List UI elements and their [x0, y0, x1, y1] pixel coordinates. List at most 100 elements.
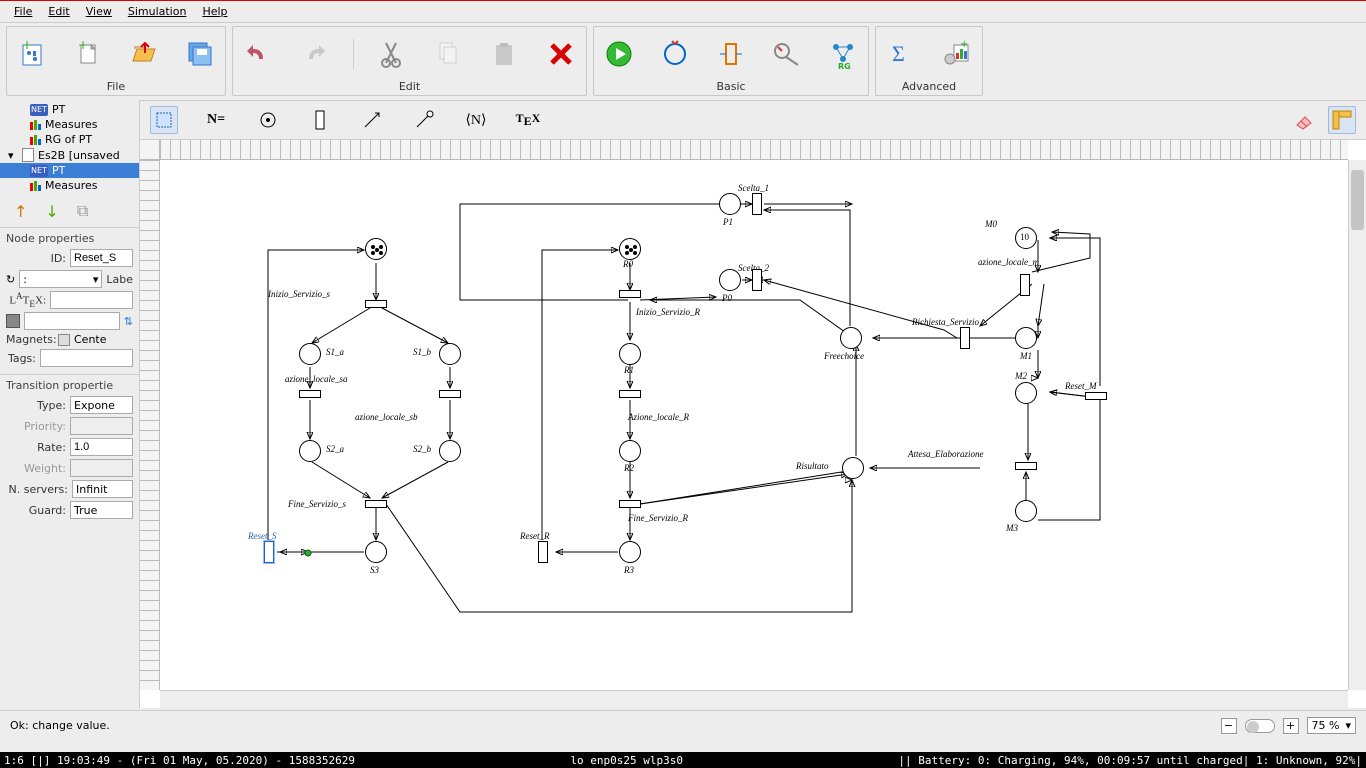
tree-sel-pt[interactable]: NETPT	[0, 163, 139, 178]
sigma-button[interactable]: Σ	[884, 37, 918, 71]
select-tool-button[interactable]	[150, 106, 178, 134]
petri-net-canvas[interactable]: Inizio_Servizio_s S1_a S1_b azione_local…	[160, 160, 1348, 690]
place-s3[interactable]	[365, 541, 387, 563]
transition[interactable]	[619, 290, 641, 298]
toolbar-group-edit-label: Edit	[233, 80, 586, 95]
place-p1[interactable]	[719, 193, 741, 215]
play-button[interactable]	[602, 37, 636, 71]
place-s1a[interactable]	[299, 343, 321, 365]
redo-button[interactable]	[297, 37, 331, 71]
nservers-combo[interactable]: Infinit	[72, 480, 133, 498]
new-page-button[interactable]: +	[71, 37, 105, 71]
zoom-fit-toggle[interactable]	[1245, 719, 1275, 733]
place-freechoice[interactable]	[840, 327, 862, 349]
scrollbar-vertical[interactable]	[1348, 160, 1366, 690]
tree-pt[interactable]: NETPT	[0, 102, 139, 117]
transition[interactable]	[619, 500, 641, 508]
id-input[interactable]	[70, 249, 133, 267]
copy-page-button[interactable]: ⧉	[77, 201, 88, 221]
type-combo[interactable]: Expone	[70, 396, 133, 414]
spinner-icon[interactable]: ⇅	[124, 315, 133, 328]
ruler-toggle-button[interactable]	[1328, 106, 1356, 134]
tool-measure-button[interactable]	[770, 37, 804, 71]
transition-reset-s[interactable]	[264, 541, 274, 563]
arc-tool-button[interactable]	[358, 106, 386, 134]
new-net-button[interactable]: +	[15, 37, 49, 71]
zoom-out-button[interactable]: −	[1221, 718, 1237, 734]
transition[interactable]	[752, 193, 762, 215]
ruler-vertical[interactable]	[140, 160, 160, 690]
tags-input[interactable]	[40, 349, 133, 367]
place-risultato[interactable]	[842, 457, 864, 479]
place-m0[interactable]: 10	[1015, 227, 1037, 249]
menu-view[interactable]: View	[78, 3, 120, 20]
place-s1b[interactable]	[439, 343, 461, 365]
menu-help[interactable]: Help	[194, 3, 235, 20]
menu-simulation[interactable]: Simulation	[120, 3, 195, 20]
place-m2[interactable]	[1015, 382, 1037, 404]
save-all-button[interactable]	[183, 37, 217, 71]
place-s0[interactable]	[365, 238, 387, 260]
undo-button[interactable]	[241, 37, 275, 71]
magnet-check[interactable]	[58, 334, 70, 346]
transition[interactable]	[365, 500, 387, 508]
tool-rg-button[interactable]: RG	[826, 37, 860, 71]
copy-button[interactable]	[432, 37, 466, 71]
place-r0[interactable]	[619, 238, 641, 260]
paste-button[interactable]	[488, 37, 522, 71]
tree-measures2[interactable]: Measures	[0, 178, 139, 193]
rotate-combo[interactable]: :▾	[19, 270, 102, 288]
menu-file[interactable]: File	[6, 3, 40, 20]
place-tool-button[interactable]	[254, 106, 282, 134]
scrollbar-horizontal[interactable]	[160, 690, 1348, 708]
transition[interactable]	[365, 300, 387, 308]
place-p0[interactable]	[719, 269, 741, 291]
place-r3[interactable]	[619, 541, 641, 563]
delete-button[interactable]	[544, 37, 578, 71]
move-down-button[interactable]: ↓	[45, 202, 58, 221]
latex-input[interactable]	[50, 291, 133, 309]
transition[interactable]	[752, 269, 762, 291]
move-up-button[interactable]: ↑	[14, 202, 27, 221]
transition[interactable]	[960, 327, 970, 349]
tool-trans-button[interactable]	[714, 37, 748, 71]
tex-button[interactable]: TEX	[514, 106, 542, 134]
place-s2b[interactable]	[439, 440, 461, 462]
eraser-button[interactable]	[1290, 106, 1318, 134]
tree-measures[interactable]: Measures	[0, 117, 139, 132]
transition[interactable]	[619, 390, 641, 398]
open-button[interactable]	[127, 37, 161, 71]
place-s2a[interactable]	[299, 440, 321, 462]
rate-input[interactable]	[70, 438, 133, 456]
transition[interactable]	[299, 390, 321, 398]
guard-combo[interactable]: True	[70, 501, 133, 519]
inhibitor-tool-button[interactable]	[410, 106, 438, 134]
project-tree[interactable]: NETPT Measures RG of PT ▾Es2B [unsaved N…	[0, 100, 139, 195]
place-m1[interactable]	[1015, 327, 1037, 349]
nbracket-button[interactable]: ⟨N⟩	[462, 106, 490, 134]
place-r1[interactable]	[619, 343, 641, 365]
place-m3[interactable]	[1015, 500, 1037, 522]
ruler-horizontal[interactable]	[160, 140, 1348, 160]
color-input[interactable]	[24, 312, 120, 330]
rotate-icon[interactable]: ↻	[6, 273, 15, 286]
tree-project[interactable]: ▾Es2B [unsaved	[0, 147, 139, 163]
menu-edit[interactable]: Edit	[40, 3, 77, 20]
transition[interactable]	[1020, 274, 1030, 296]
label: Fine_Servizio_R	[628, 514, 688, 523]
tree-rg[interactable]: RG of PT	[0, 132, 139, 147]
place-r2[interactable]	[619, 440, 641, 462]
transition[interactable]	[1015, 462, 1037, 470]
zoom-in-button[interactable]: +	[1283, 718, 1299, 734]
chart-config-button[interactable]: +	[940, 37, 974, 71]
zoom-combo[interactable]: 75 %▾	[1307, 717, 1356, 734]
neq-button[interactable]: N=	[202, 106, 230, 134]
transition-tool-button[interactable]	[306, 106, 334, 134]
cut-button[interactable]	[376, 37, 410, 71]
transition[interactable]	[538, 541, 548, 563]
transition[interactable]	[1085, 392, 1107, 400]
transition[interactable]	[439, 390, 461, 398]
color-icon[interactable]	[6, 314, 20, 328]
tool-token-button[interactable]	[658, 37, 692, 71]
label: M0	[985, 220, 997, 229]
